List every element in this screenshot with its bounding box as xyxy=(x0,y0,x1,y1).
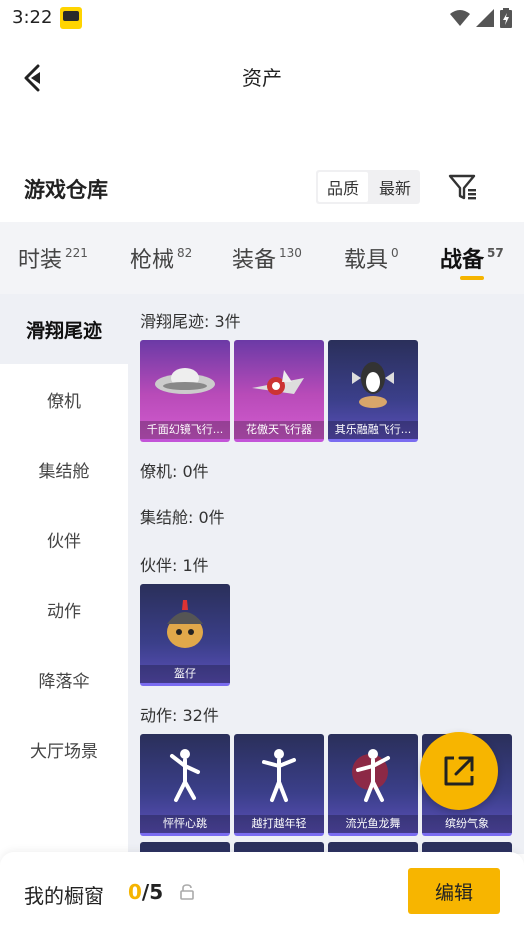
tab-fashion[interactable]: 时装 221 xyxy=(18,242,88,274)
group-title-partner: 伙伴: 1件 xyxy=(140,556,209,575)
sidebar-item-partner[interactable]: 伙伴 xyxy=(0,504,128,574)
item-name: 花傲天飞行器 xyxy=(234,421,324,439)
showcase-bar: 我的橱窗 0/5 编辑 xyxy=(0,852,524,932)
edit-button[interactable]: 编辑 xyxy=(408,868,500,914)
share-button[interactable] xyxy=(420,732,498,810)
tab-battle-gear[interactable]: 战备 57 xyxy=(440,242,504,274)
item-card[interactable]: 怦怦心跳 xyxy=(140,734,230,836)
item-name: 千面幻镜飞行... xyxy=(140,421,230,439)
glider-jet-icon xyxy=(252,370,304,395)
warehouse-title: 游戏仓库 xyxy=(24,178,108,202)
status-bar: 3:22 xyxy=(0,0,524,36)
battery-icon xyxy=(500,8,512,28)
app-notification-icon xyxy=(60,7,82,29)
showcase-label: 我的橱窗 xyxy=(24,884,104,908)
wifi-icon xyxy=(450,10,470,26)
warehouse-header: 游戏仓库 品质 最新 xyxy=(0,166,524,210)
signal-icon xyxy=(476,9,494,27)
item-card[interactable]: 越打越年轻 xyxy=(234,734,324,836)
category-sidebar: 滑翔尾迹 僚机 集结舱 伙伴 动作 降落伞 大厅场景 xyxy=(0,294,128,854)
item-card[interactable]: 其乐融融飞行... xyxy=(328,340,418,442)
sort-toggle: 品质 最新 xyxy=(316,170,420,204)
sort-quality-option[interactable]: 品质 xyxy=(318,172,368,202)
partner-chick-icon xyxy=(167,600,203,648)
sidebar-item-emote[interactable]: 动作 xyxy=(0,574,128,644)
item-card[interactable]: 盔仔 xyxy=(140,584,230,686)
emote-dancer-icon xyxy=(170,749,200,802)
sidebar-item-lobby-scene[interactable]: 大厅场景 xyxy=(0,714,128,784)
sidebar-item-pod[interactable]: 集结舱 xyxy=(0,434,128,504)
group-title-glide: 滑翔尾迹: 3件 xyxy=(140,312,241,331)
category-tabs: 时装 221 枪械 82 装备 130 载具 0 战备 57 xyxy=(0,222,524,294)
group-title-wingman: 僚机: 0件 xyxy=(140,462,209,481)
group-title-pod: 集结舱: 0件 xyxy=(140,508,225,527)
group-title-emote: 动作: 32件 xyxy=(140,706,219,725)
glider-ufo-icon xyxy=(155,368,215,394)
item-name: 其乐融融飞行... xyxy=(328,421,418,439)
sidebar-item-wingman[interactable]: 僚机 xyxy=(0,364,128,434)
status-icons xyxy=(450,8,512,28)
active-tab-indicator xyxy=(460,276,484,280)
item-name: 越打越年轻 xyxy=(234,815,324,833)
tab-guns[interactable]: 枪械 82 xyxy=(130,242,192,274)
status-time: 3:22 xyxy=(12,7,53,28)
item-name: 盔仔 xyxy=(140,665,230,683)
item-card[interactable]: 千面幻镜飞行... xyxy=(140,340,230,442)
item-name: 流光鱼龙舞 xyxy=(328,815,418,833)
sidebar-item-glide-trail[interactable]: 滑翔尾迹 xyxy=(0,294,128,364)
tab-equipment[interactable]: 装备 130 xyxy=(232,242,302,274)
emote-dancer-icon xyxy=(352,749,390,802)
page-title: 资产 xyxy=(242,66,282,90)
share-icon xyxy=(444,756,474,786)
item-name: 缤纷气象 xyxy=(422,815,512,833)
app-header: 资产 xyxy=(0,50,524,104)
lock-icon xyxy=(180,884,194,900)
item-name: 怦怦心跳 xyxy=(140,815,230,833)
sort-latest-option[interactable]: 最新 xyxy=(370,170,420,204)
glider-penguin-icon xyxy=(352,362,394,408)
emote-dancer-icon xyxy=(262,749,296,802)
showcase-count: 0/5 xyxy=(128,880,164,904)
sidebar-item-parachute[interactable]: 降落伞 xyxy=(0,644,128,714)
filter-button[interactable] xyxy=(448,172,478,202)
filter-icon xyxy=(448,174,476,200)
tab-vehicles[interactable]: 载具 0 xyxy=(344,242,399,274)
item-card[interactable]: 花傲天飞行器 xyxy=(234,340,324,442)
item-card[interactable]: 流光鱼龙舞 xyxy=(328,734,418,836)
